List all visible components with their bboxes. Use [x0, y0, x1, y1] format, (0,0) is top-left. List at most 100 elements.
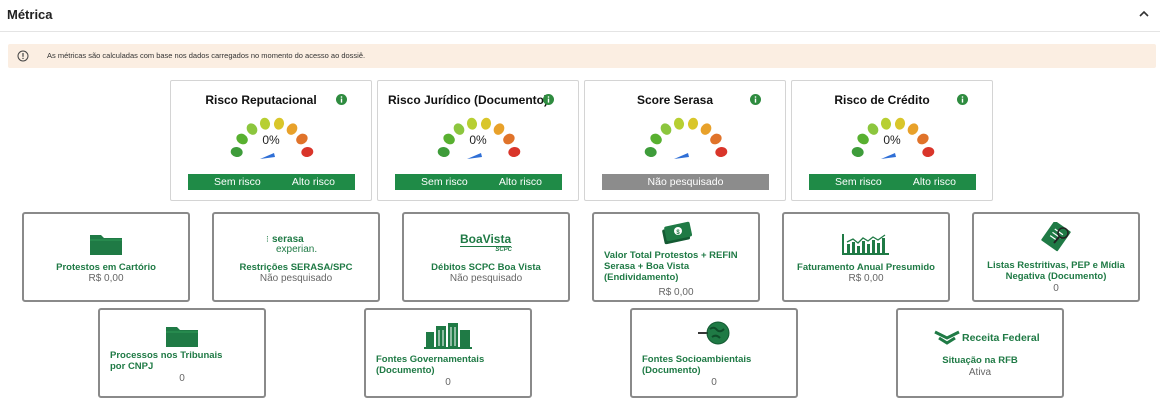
gauge-segment	[466, 117, 478, 130]
gauge-scale-bar: Sem risco Alto risco	[809, 174, 976, 190]
card-label: Protestos em Cartório	[56, 262, 156, 273]
gauge-percent: 0%	[469, 133, 487, 147]
gauge-status: Não pesquisado	[647, 176, 724, 188]
section-title: Métrica	[7, 7, 53, 22]
folder-icon	[90, 235, 122, 255]
gauge-segment	[715, 146, 728, 158]
gauge-scale-bar: Sem risco Alto risco	[188, 174, 355, 190]
logo-text: SCPC	[495, 247, 512, 253]
info-icon[interactable]	[750, 94, 761, 105]
card-value: R$ 0,00	[848, 273, 884, 284]
globe-search-icon	[698, 321, 730, 345]
metric-card-fontes-governamentais[interactable]: Fontes Governamentais (Documento) 0	[364, 308, 532, 398]
gauge-segment	[700, 123, 712, 135]
metric-card-serasa-spc[interactable]: ⁝ serasa experian. Restrições SERASA/SPC…	[212, 212, 380, 302]
gauge-segment	[273, 117, 285, 130]
gauge-scale-bar: Sem risco Alto risco	[395, 174, 562, 190]
notice-text: As métricas são calculadas com base nos …	[47, 51, 366, 60]
metric-card-situacao-rfb[interactable]: Receita Federal Situação na RFB Ativa	[896, 308, 1064, 398]
gauge-needle	[260, 153, 275, 159]
gauge-needle	[881, 153, 896, 159]
card-label: Fontes Governamentais (Documento)	[376, 354, 485, 376]
gauge-status-bar: Não pesquisado	[602, 174, 769, 190]
receita-federal-logo: Receita Federal	[930, 330, 1040, 348]
logo-text: experian.	[276, 244, 318, 255]
boavista-logo: BoaVista SCPC	[456, 232, 516, 256]
gauge-card-risco-juridico: Risco Jurídico (Documento) 0% Sem risco …	[377, 80, 579, 201]
money-icon: $	[662, 221, 692, 245]
gauge-segment	[508, 146, 521, 158]
gauge-percent: 0%	[883, 133, 901, 147]
gauge-segment	[710, 133, 722, 145]
card-value: Não pesquisado	[449, 273, 523, 284]
gauge-segment	[687, 117, 699, 130]
section-header: Métrica	[0, 0, 1160, 32]
logo-text: Receita Federal	[962, 332, 1040, 344]
gauge-segment	[259, 117, 271, 130]
gauge-title: Risco Reputacional	[205, 93, 317, 107]
gauge-segment	[480, 117, 492, 130]
chevron-up-icon[interactable]	[1137, 7, 1151, 21]
info-notice: As métricas são calculadas com base nos …	[8, 44, 1156, 68]
scale-low-label: Sem risco	[421, 176, 468, 188]
card-value: R$ 0,00	[88, 273, 124, 284]
gauge-card-risco-credito: Risco de Crédito 0% Sem risco Alto risco	[791, 80, 993, 201]
info-icon[interactable]	[336, 94, 347, 105]
gauge-segment	[851, 146, 864, 158]
gauge-needle	[467, 153, 482, 159]
scale-low-label: Sem risco	[835, 176, 882, 188]
gauge-title: Score Serasa	[636, 93, 714, 107]
gauge-segment	[650, 133, 662, 145]
serasa-dots-icon: ⁝	[266, 234, 269, 244]
government-building-icon	[424, 323, 472, 349]
info-icon	[17, 50, 29, 62]
card-value: 0	[445, 377, 451, 388]
card-label: Valor Total Protestos + REFIN Serasa + B…	[604, 250, 738, 283]
gauge-segment	[660, 123, 672, 135]
metric-card-fontes-socioambientais[interactable]: Fontes Socioambientais (Documento) 0	[630, 308, 798, 398]
info-icon[interactable]	[957, 94, 968, 105]
gauge-segment	[301, 146, 314, 158]
gauge-segment	[894, 117, 906, 130]
scale-high-label: Alto risco	[498, 176, 542, 188]
receita-federal-emblem-icon	[934, 330, 960, 345]
card-value: 0	[711, 377, 717, 388]
metric-card-boavista[interactable]: BoaVista SCPC Débitos SCPC Boa Vista Não…	[402, 212, 570, 302]
card-value: 0	[1053, 283, 1059, 294]
gauge-segment	[880, 117, 892, 130]
metric-card-listas-restritivas[interactable]: Listas Restritivas, PEP e Mídia Negativa…	[972, 212, 1140, 302]
gauge-title: Risco de Crédito	[834, 93, 930, 107]
document-search-icon	[1041, 222, 1071, 252]
card-label: Listas Restritivas, PEP e Mídia Negativa…	[987, 260, 1125, 282]
gauge-needle	[674, 153, 689, 159]
scale-high-label: Alto risco	[912, 176, 956, 188]
logo-text: BoaVista	[460, 232, 512, 247]
info-icon[interactable]	[543, 94, 554, 105]
bar-chart-icon	[842, 234, 889, 255]
gauge-icon	[644, 117, 728, 159]
metric-card-processos-tribunais[interactable]: Processos nos Tribunais por CNPJ 0	[98, 308, 266, 398]
card-label: Processos nos Tribunais por CNPJ	[110, 350, 223, 372]
card-value: R$ 0,00	[658, 287, 694, 298]
card-label: Restrições SERASA/SPC	[239, 262, 353, 273]
metric-card-protestos[interactable]: Protestos em Cartório R$ 0,00	[22, 212, 190, 302]
card-label: Situação na RFB	[942, 355, 1018, 366]
gauge-segment	[922, 146, 935, 158]
scale-low-label: Sem risco	[214, 176, 261, 188]
metric-card-endividamento[interactable]: $ Valor Total Protestos + REFIN Serasa +…	[592, 212, 760, 302]
scale-high-label: Alto risco	[291, 176, 335, 188]
card-label: Faturamento Anual Presumido	[797, 262, 935, 273]
card-value: 0	[179, 373, 185, 384]
folder-icon	[166, 327, 198, 347]
gauge-title: Risco Jurídico (Documento)	[387, 93, 548, 107]
metric-card-faturamento[interactable]: Faturamento Anual Presumido R$ 0,00	[782, 212, 950, 302]
gauge-segment	[437, 146, 450, 158]
card-label: Débitos SCPC Boa Vista	[431, 262, 541, 273]
gauge-percent: 0%	[262, 133, 280, 147]
card-value: Ativa	[968, 367, 992, 378]
gauge-segment	[230, 146, 243, 158]
gauge-segment	[644, 146, 657, 158]
gauge-segment	[673, 117, 685, 130]
gauge-card-score-serasa: Score Serasa Não pesquisado	[584, 80, 786, 201]
gauge-card-risco-reputacional: Risco Reputacional 0% Sem risco Alto ris…	[170, 80, 372, 201]
